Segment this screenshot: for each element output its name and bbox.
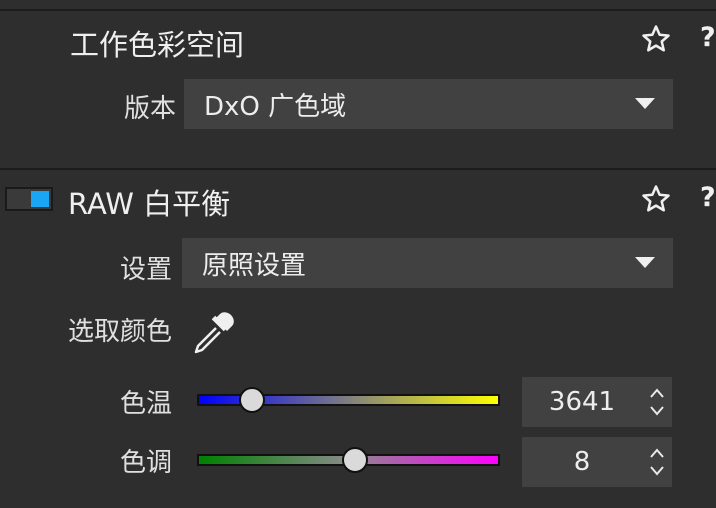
settings-dropdown[interactable]: 原照设置	[182, 238, 673, 288]
tint-label: 色调	[119, 448, 172, 478]
temperature-field[interactable]: 3641	[522, 377, 672, 427]
temperature-value: 3641	[548, 387, 616, 417]
star-icon[interactable]	[641, 184, 671, 214]
tint-value: 8	[573, 447, 591, 477]
pick-color-label: 选取颜色	[67, 317, 172, 347]
panel-title-working-color-space: 工作色彩空间	[70, 28, 245, 62]
temperature-label: 色温	[119, 389, 172, 419]
panel-title-raw-white-balance: RAW 白平衡	[68, 187, 231, 221]
panel-enable-toggle[interactable]	[5, 187, 53, 211]
tint-field[interactable]: 8	[522, 437, 672, 487]
chevron-down-icon	[635, 98, 655, 109]
settings-value: 原照设置	[202, 250, 307, 281]
version-label: 版本	[123, 94, 176, 124]
help-icon[interactable]: ?	[700, 182, 716, 213]
star-icon[interactable]	[641, 24, 671, 54]
settings-label: 设置	[119, 255, 172, 285]
toggle-on-indicator	[31, 191, 49, 207]
tint-slider-knob[interactable]	[341, 447, 368, 473]
spin-arrows-icon[interactable]	[648, 445, 666, 479]
spin-arrows-icon[interactable]	[648, 385, 666, 419]
version-dropdown[interactable]: DxO 广色域	[184, 79, 673, 129]
temperature-slider-knob[interactable]	[238, 387, 265, 413]
chevron-down-icon	[635, 257, 655, 268]
help-icon[interactable]: ?	[700, 22, 716, 53]
eyedropper-icon[interactable]	[190, 310, 236, 356]
version-value: DxO 广色域	[204, 91, 347, 122]
section-divider	[0, 168, 716, 170]
top-divider	[0, 9, 716, 11]
